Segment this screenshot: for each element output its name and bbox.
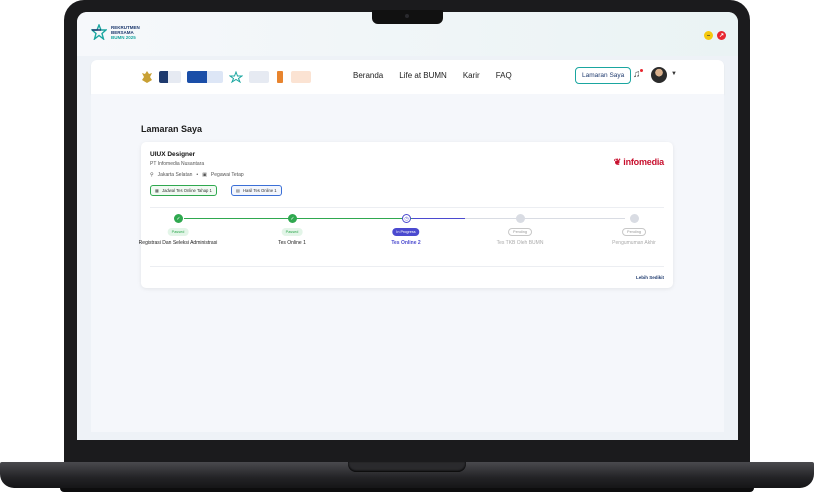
status-badge: Passed (167, 228, 189, 236)
check-icon: ✓ (174, 214, 183, 223)
chevron-down-icon[interactable]: ▼ (671, 71, 677, 77)
check-icon: ✓ (288, 214, 297, 223)
step-connector (184, 218, 303, 220)
divider (150, 266, 664, 267)
step-label: Pengumuman Akhir (612, 240, 656, 246)
pending-dot-icon (516, 214, 525, 223)
divider (150, 207, 664, 208)
status-badge: Pending (508, 228, 532, 236)
status-badge: In Progress (392, 228, 420, 236)
company-logo-text: infomedia (623, 157, 664, 167)
clock-icon: ◷ (402, 214, 411, 223)
application-stepper: ✓ Passed Registrasi Dan Seleksi Administ… (139, 214, 664, 259)
step-label: Tes Online 2 (391, 240, 421, 246)
nav-beranda[interactable]: Beranda (353, 71, 383, 80)
location-pin-icon: ⚲ (150, 172, 154, 178)
company-name: PT Infomedia Nusantara (150, 161, 205, 167)
notification-dot (640, 69, 643, 72)
job-type: Pegawai Tetap (210, 172, 244, 178)
show-less-link[interactable]: Lebih Sedikit (636, 275, 664, 280)
brand-logo: REKRUTMEN BERSAMA BUMN 2025 (91, 24, 140, 40)
job-location: Jakarta Selatan (157, 172, 193, 178)
danantara-emblem-icon (277, 71, 283, 83)
step-connector (412, 218, 465, 220)
rekrutmen-star-icon (229, 71, 243, 83)
schedule-test-label: Jadwal Tes Online Tahap 1 (161, 188, 212, 193)
bumn-logo (187, 71, 223, 83)
avatar[interactable] (651, 67, 667, 83)
screen: REKRUTMEN BERSAMA BUMN 2025 – ↗ Beranda … (77, 12, 738, 440)
test-result-button[interactable]: ▤ Hasil Tes Online 1 (231, 185, 282, 196)
kementerian-logo (159, 71, 181, 83)
brand-line-1: REKRUTMEN (111, 24, 140, 30)
job-title: UIUX Designer (150, 151, 196, 158)
calendar-icon: ▦ (155, 188, 159, 193)
rekrutmen-text-logo (249, 71, 269, 83)
status-badge: Passed (281, 228, 303, 236)
pending-dot-icon (630, 214, 639, 223)
laptop-mockup: REKRUTMEN BERSAMA BUMN 2025 – ↗ Beranda … (0, 0, 814, 496)
laptop-feet (60, 488, 754, 492)
test-result-label: Hasil Tes Online 1 (242, 188, 277, 193)
garuda-emblem-icon (142, 71, 152, 83)
meta-separator: • (196, 172, 199, 178)
company-logo: ❦ infomedia (613, 157, 665, 168)
job-meta: ⚲ Jakarta Selatan • ▣ Pegawai Tetap (150, 172, 244, 178)
step-connector (465, 218, 625, 220)
lamaran-saya-button[interactable]: Lamaran Saya (575, 67, 632, 84)
swoosh-icon: ❦ (613, 157, 622, 167)
step-label: Tes Online 1 (278, 240, 306, 246)
step-label: Tes TKB Oleh BUMN (496, 240, 544, 246)
laptop-opening-notch (348, 462, 466, 472)
application-card: UIUX Designer PT Infomedia Nusantara ⚲ J… (139, 142, 673, 288)
nav-life-at-bumn[interactable]: Life at BUMN (399, 71, 447, 80)
step-label: Registrasi Dan Seleksi Administrasi (138, 240, 218, 246)
briefcase-icon: ▣ (202, 172, 207, 178)
page-title: Lamaran Saya (141, 124, 203, 134)
main-content: Lamaran Saya UIUX Designer PT Infomedia … (91, 94, 724, 432)
danantara-text-logo (291, 71, 311, 83)
schedule-test-button[interactable]: ▦ Jadwal Tes Online Tahap 1 (150, 185, 217, 196)
star-logo-icon (91, 24, 107, 40)
nav-karir[interactable]: Karir (463, 71, 480, 80)
minimize-button[interactable]: – (704, 31, 713, 40)
nav-faq[interactable]: FAQ (496, 71, 512, 80)
partner-logos (141, 68, 311, 86)
document-icon: ▤ (236, 188, 240, 193)
camera-lens (405, 14, 409, 18)
top-navbar: Beranda Life at BUMN Karir FAQ Lamaran S… (91, 60, 724, 94)
close-button[interactable]: ↗ (717, 31, 726, 40)
step-connector (298, 218, 417, 220)
brand-line-3: BUMN 2025 (111, 34, 136, 40)
status-badge: Pending (622, 228, 646, 236)
